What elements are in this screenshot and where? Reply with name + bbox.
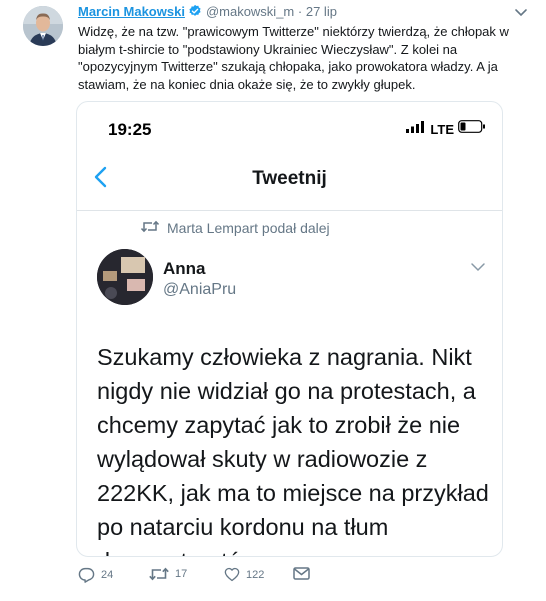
retweet-button[interactable]: 17 <box>149 567 187 581</box>
embedded-screenshot[interactable]: 19:25 LTE Tweetnij Marta Lempart podał d… <box>76 101 503 557</box>
retweet-icon <box>140 220 160 236</box>
direct-message-button[interactable] <box>293 567 310 580</box>
author-handle[interactable]: @makowski_m <box>206 4 294 19</box>
tweet-timestamp[interactable]: 27 lip <box>306 4 337 19</box>
envelope-icon <box>293 567 310 580</box>
author-avatar[interactable] <box>23 6 63 46</box>
reply-button[interactable]: 24 <box>78 567 113 583</box>
inner-author-name: Anna <box>163 259 206 278</box>
tweet: Marcin Makowski @makowski_m · 27 lip Widz… <box>0 0 546 601</box>
like-count: 122 <box>246 568 265 581</box>
author-name[interactable]: Marcin Makowski <box>78 4 185 19</box>
status-bar-time: 19:25 <box>108 120 152 139</box>
network-type: LTE <box>430 121 454 137</box>
status-bar-right: LTE <box>406 120 486 138</box>
heart-icon <box>224 567 240 582</box>
inner-tweet-text: Szukamy człowieka z nagrania. Nikt nigdy… <box>97 344 489 556</box>
signal-icon <box>406 120 426 138</box>
inner-avatar <box>97 249 153 305</box>
reply-count: 24 <box>101 569 114 581</box>
nav-title: Tweetnij <box>252 168 327 189</box>
phone-screen: 19:25 LTE Tweetnij Marta Lempart podał d… <box>77 102 502 556</box>
retweet-action-icon <box>149 567 169 581</box>
battery-icon <box>458 120 486 138</box>
separator-dot: · <box>297 4 303 19</box>
verified-badge-icon <box>188 4 202 21</box>
chevron-down-icon[interactable] <box>513 6 529 18</box>
retweet-count: 17 <box>175 568 188 580</box>
tweet-text: Widzę, że na tzw. "prawicowym Twitterze"… <box>78 24 509 92</box>
retweeted-by-label: Marta Lempart podał dalej <box>167 220 330 236</box>
reply-icon <box>78 567 95 583</box>
inner-author-handle: @AniaPru <box>163 281 237 298</box>
retweeted-by: Marta Lempart podał dalej <box>140 220 330 236</box>
like-button[interactable]: 122 <box>224 567 264 582</box>
nav-divider <box>77 210 502 211</box>
tweet-header: Marcin Makowski @makowski_m · 27 lip <box>78 4 337 22</box>
inner-chevron-down-icon <box>470 260 486 272</box>
